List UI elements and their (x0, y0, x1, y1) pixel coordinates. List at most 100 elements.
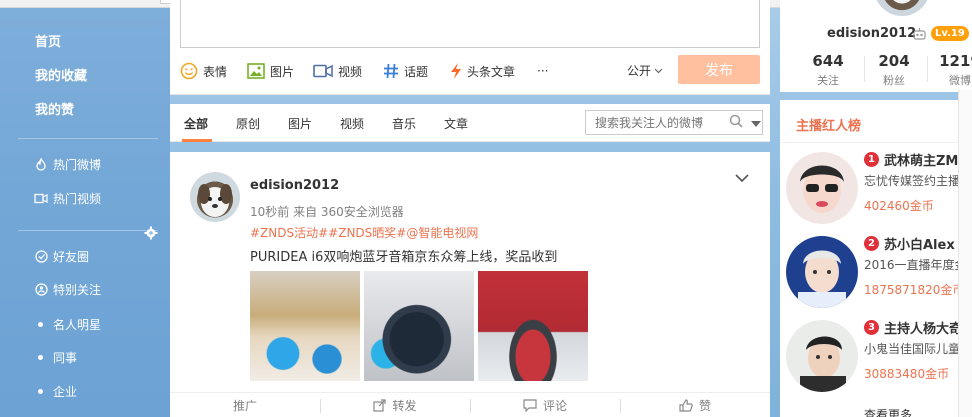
gear-icon[interactable] (144, 226, 158, 240)
weibo-stat[interactable]: 1219 微博 (930, 52, 972, 88)
nav-home[interactable]: 首页 (0, 25, 170, 55)
nav-hot-video-label: 热门视频 (53, 191, 102, 206)
nav-friends[interactable]: 好友圈 (0, 241, 170, 271)
followers-stat[interactable]: 204 粉丝 (864, 52, 924, 88)
post-image[interactable] (478, 271, 588, 381)
more-tools-button[interactable]: ··· (537, 60, 548, 82)
post-tags[interactable]: #ZNDS活动##ZNDS晒奖#@智能电视网 (250, 224, 478, 241)
headline-article-button[interactable]: 头条文章 (450, 60, 515, 82)
following-search (585, 110, 763, 135)
nav-likes[interactable]: 我的赞 (0, 93, 170, 123)
post-image[interactable] (364, 271, 474, 381)
post-meta: 10秒前 来自 360安全浏览器 (250, 205, 404, 219)
chevron-down-icon (654, 68, 663, 74)
member-badge-icon[interactable] (912, 27, 927, 44)
ranking-item[interactable]: 2 苏小白Alex 2016一直播年度金牌 1875871820金币 (780, 232, 972, 314)
following-search-input[interactable] (595, 115, 723, 130)
image-label: 图片 (270, 64, 295, 79)
nav-special-follow[interactable]: 特别关注 (0, 274, 170, 304)
ranking-avatar[interactable] (786, 152, 858, 224)
followers-count: 204 (878, 52, 910, 70)
profile-avatar[interactable] (872, 0, 932, 18)
ranking-item[interactable]: 3 主持人杨大奇 小鬼当佳国际儿童摄 30883480金币 (780, 316, 972, 398)
feed-post-card: edision2012 10秒前 来自 360安全浏览器 #ZNDS活动##ZN… (170, 152, 770, 417)
friends-circle-icon (34, 249, 48, 263)
tab-music[interactable]: 音乐 (392, 115, 416, 132)
video-camera-icon (313, 64, 333, 78)
ranking-item[interactable]: 1 武林萌主ZM 忘忧传媒签约主播 北 402460金币 (780, 148, 972, 230)
post-image[interactable] (250, 271, 360, 381)
post-actions: 推广 转发 评论 赞 (170, 392, 770, 417)
following-stat[interactable]: 644 关注 (798, 52, 858, 88)
nav-group-company[interactable]: 企业 (0, 376, 170, 406)
ranking-divider (780, 142, 972, 143)
promote-button[interactable]: 推广 (170, 393, 320, 417)
feed-filter-tabs: 全部 原创 图片 视频 音乐 文章 (170, 104, 770, 142)
ranking-name[interactable]: 苏小白Alex (884, 234, 955, 253)
nav-hot-video[interactable]: 热门视频 (0, 183, 170, 213)
nav-group-colleagues[interactable]: 同事 (0, 342, 170, 372)
like-button[interactable]: 赞 (620, 393, 770, 417)
ranking-coins: 30883480金币 (864, 367, 950, 381)
repost-button[interactable]: 转发 (320, 393, 470, 417)
nav-favorites[interactable]: 我的收藏 (0, 59, 170, 89)
headline-article-label: 头条文章 (467, 64, 516, 79)
topic-button[interactable]: 话题 (383, 60, 428, 82)
bullet-icon (38, 354, 43, 360)
level-badge[interactable]: Lv.19 (931, 26, 969, 41)
comment-button[interactable]: 评论 (470, 393, 620, 417)
special-follow-icon (34, 282, 48, 296)
nav-colleagues-label: 同事 (53, 350, 78, 365)
following-label: 关注 (817, 74, 839, 87)
like-label: 赞 (698, 398, 711, 413)
active-tab-indicator (182, 139, 212, 142)
tab-original[interactable]: 原创 (236, 115, 260, 132)
video-icon (34, 191, 48, 205)
post-content: PURIDEA i6双响炮蓝牙音箱京东众筹上线，奖品收到 (250, 250, 558, 265)
visibility-select[interactable]: 公开 (627, 62, 663, 79)
bullet-icon (38, 321, 43, 327)
bullet-icon (38, 388, 43, 394)
publish-button[interactable]: 发布 (678, 55, 760, 84)
lightning-icon (450, 62, 462, 80)
image-icon (247, 63, 265, 79)
post-author[interactable]: edision2012 (250, 178, 339, 193)
ranking-name[interactable]: 主持人杨大奇 (884, 318, 962, 337)
chevron-down-icon[interactable] (735, 172, 749, 186)
ranking-title[interactable]: 主播红人榜 (796, 115, 861, 134)
nav-favorites-label: 我的收藏 (35, 68, 88, 84)
ranking-avatar[interactable] (786, 236, 858, 308)
nav-hot-weibo[interactable]: 热门微博 (0, 149, 170, 179)
video-button[interactable]: 视频 (313, 60, 362, 82)
tab-images[interactable]: 图片 (288, 115, 312, 132)
repost-label: 转发 (392, 398, 417, 413)
tab-articles[interactable]: 文章 (444, 115, 468, 132)
streamer-ranking: 主播红人榜 1 武林萌主ZM 忘忧传媒签约主播 北 402460金币 2 苏小白… (780, 100, 972, 417)
page-scrollbar[interactable] (958, 90, 972, 417)
nav-special-follow-label: 特别关注 (53, 282, 102, 297)
caret-down-icon[interactable] (751, 116, 761, 130)
ranking-name[interactable]: 武林萌主ZM (884, 150, 958, 169)
nav-divider (18, 138, 158, 139)
nav-group-celebrities[interactable]: 名人明星 (0, 309, 170, 339)
tab-all[interactable]: 全部 (184, 115, 208, 132)
ranking-coins: 1875871820金币 (864, 283, 965, 297)
nav-friends-label: 好友圈 (53, 249, 90, 264)
nav-divider (18, 230, 158, 231)
comment-icon (523, 398, 537, 412)
compose-textarea[interactable] (180, 0, 760, 48)
nav-home-label: 首页 (35, 34, 62, 50)
following-count: 644 (812, 52, 844, 70)
image-button[interactable]: 图片 (247, 60, 294, 82)
search-icon[interactable] (729, 114, 743, 131)
ranking-desc: 小鬼当佳国际儿童摄 (864, 342, 972, 356)
emoji-button[interactable]: 表情 (180, 60, 227, 82)
hashtag-icon (383, 63, 399, 79)
visibility-label: 公开 (627, 64, 652, 78)
fire-icon (34, 157, 48, 171)
avatar[interactable] (190, 172, 240, 222)
ranking-avatar[interactable] (786, 320, 858, 392)
profile-name[interactable]: edision2012 (827, 26, 916, 41)
ranking-more-link[interactable]: 查看更多 (864, 406, 912, 417)
tab-videos[interactable]: 视频 (340, 115, 364, 132)
